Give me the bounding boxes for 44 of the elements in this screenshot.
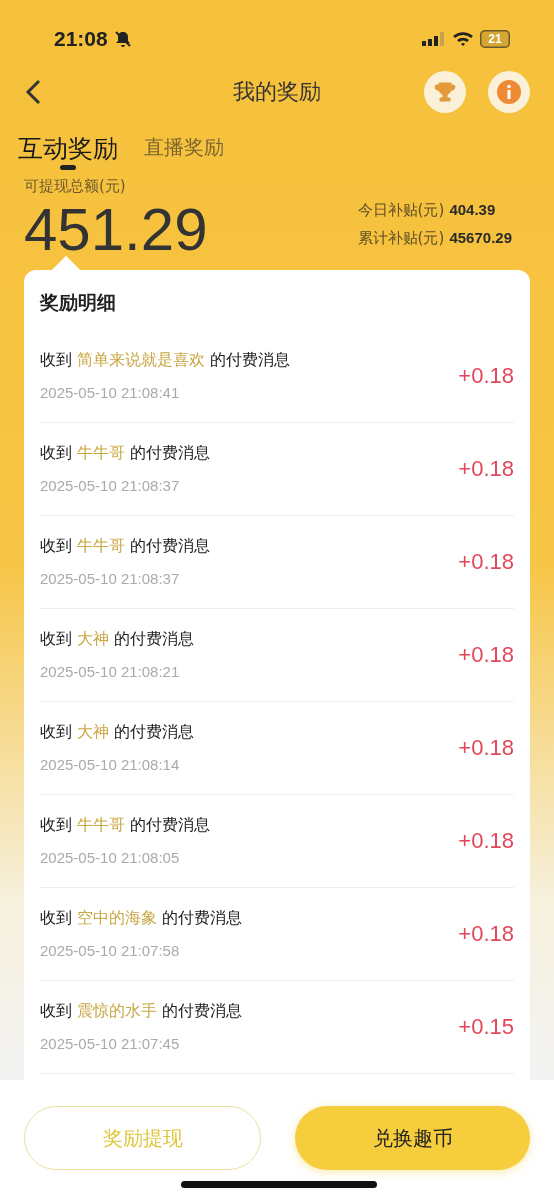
message-text: 收到 大神 的付费消息 [40,629,195,650]
reward-amount: +0.18 [458,456,514,482]
message-text: 收到 大神 的付费消息 [40,722,195,743]
info-icon[interactable] [496,79,522,105]
timestamp: 2025-05-10 21:07:58 [40,942,180,959]
status-time: 21:08 [54,27,108,51]
reward-amount: +0.18 [458,921,514,947]
timestamp: 2025-05-10 21:08:41 [40,384,180,401]
trophy-icon[interactable] [434,81,456,103]
reward-amount: +0.18 [458,549,514,575]
wifi-icon [452,31,474,47]
message-text: 收到 牛牛哥 的付费消息 [40,536,211,557]
message-text: 收到 牛牛哥 的付费消息 [40,815,211,836]
bell-muted-icon [113,30,132,48]
timestamp: 2025-05-10 21:08:37 [40,477,180,494]
reward-amount: +0.18 [458,735,514,761]
timestamp: 2025-05-10 21:08:14 [40,756,180,773]
balance-amount: 451.29 [24,198,208,262]
reward-amount: +0.18 [458,642,514,668]
stat-label: 今日补贴(元) [357,201,445,219]
tab[interactable]: 互动奖励 [18,132,118,172]
exchange-button[interactable]: 兑换趣币 [295,1106,530,1170]
info-button[interactable] [488,71,530,113]
trophy-button[interactable] [424,71,466,113]
back-icon[interactable] [24,79,42,105]
message-text: 收到 空中的海象 的付费消息 [40,908,243,929]
timestamp: 2025-05-10 21:08:05 [40,849,180,866]
battery-icon: 21 [480,30,510,48]
message-text: 收到 牛牛哥 的付费消息 [40,443,211,464]
timestamp: 2025-05-10 21:08:21 [40,663,180,680]
timestamp: 2025-05-10 21:08:37 [40,570,180,587]
reward-amount: +0.18 [458,828,514,854]
stat-value: 404.39 [449,201,496,218]
timestamp: 2025-05-10 21:07:45 [40,1035,180,1052]
card-title: 奖励明细 [40,290,117,315]
stat-label: 累计补贴(元) [357,229,445,247]
message-text: 收到 简单来说就是喜欢 的付费消息 [40,350,291,371]
message-text: 收到 震惊的水手 的付费消息 [40,1001,243,1022]
reward-amount: +0.15 [458,1014,514,1040]
reward-amount: +0.18 [458,363,514,389]
balance-label: 可提现总额(元) [24,177,127,196]
signal-icon [422,31,446,47]
page-title: 我的奖励 [233,78,321,106]
stat-value: 45670.29 [449,229,512,246]
